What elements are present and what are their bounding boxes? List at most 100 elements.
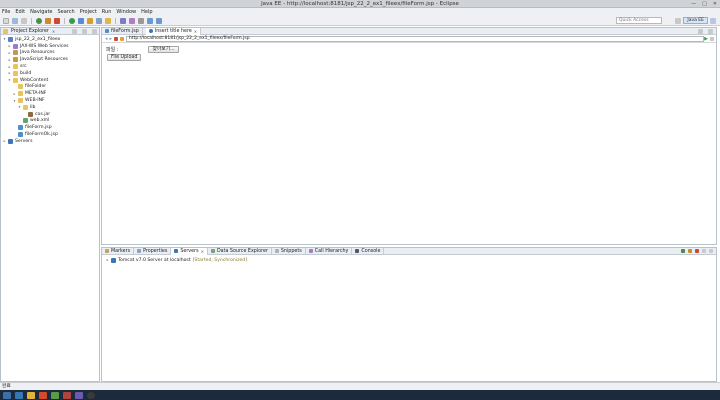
tab-markers[interactable]: Markers <box>102 247 135 255</box>
url-input[interactable]: http://localhost:8181/jsp_22_2_ex1_filee… <box>126 35 704 42</box>
project-explorer-tab[interactable]: Project Explorer <box>11 29 49 34</box>
menu-navigate[interactable]: Navigate <box>30 9 52 15</box>
refresh-icon[interactable] <box>120 36 125 41</box>
tab-console[interactable]: Console <box>352 247 385 255</box>
maximize-view-icon[interactable] <box>708 28 713 34</box>
close-window-button[interactable]: ✕ <box>713 1 717 7</box>
tree-item[interactable]: fileForm.jsp <box>3 124 99 131</box>
tab-snippets[interactable]: Snippets <box>272 247 306 255</box>
ie-icon[interactable] <box>15 391 23 399</box>
forward-icon[interactable] <box>156 17 162 24</box>
stop-icon[interactable] <box>54 17 60 24</box>
maximize-view-icon[interactable] <box>709 249 713 253</box>
go-icon[interactable]: ▶ <box>704 36 708 42</box>
tree-item[interactable]: ▸ JAX-WS Web Services <box>3 43 99 50</box>
tree-toggle[interactable]: ▸ <box>8 44 11 48</box>
open-type-icon[interactable] <box>120 17 126 24</box>
stop-loading-icon[interactable] <box>114 36 119 41</box>
tree-item[interactable]: ▾ WEB-INF <box>3 97 99 104</box>
tree-item[interactable]: ▸ JavaScript Resources <box>3 56 99 63</box>
tree-item[interactable]: fileFolder <box>3 84 99 91</box>
new-package-icon[interactable] <box>96 17 102 24</box>
tree-toggle[interactable]: ▾ <box>13 99 16 103</box>
tree-toggle[interactable]: ▸ <box>8 71 11 75</box>
tab-fileform-jsp[interactable]: fileForm.jsp <box>102 27 143 35</box>
media-icon[interactable] <box>39 391 47 399</box>
tree-toggle[interactable]: ▾ <box>3 37 6 41</box>
debug-server-icon[interactable] <box>688 249 692 253</box>
tree-toggle[interactable]: ▾ <box>18 105 21 109</box>
tree-item[interactable]: web.xml <box>3 118 99 125</box>
tree-toggle[interactable]: ▾ <box>8 78 11 82</box>
debug-run-icon[interactable] <box>78 17 84 24</box>
menu-window[interactable]: Window <box>116 9 136 15</box>
tree-item[interactable]: cos.jar <box>3 111 99 118</box>
app-icon[interactable] <box>51 391 59 399</box>
server-start-icon[interactable] <box>36 17 42 24</box>
maximize-button[interactable]: □ <box>702 1 707 7</box>
stop-server-icon[interactable] <box>695 249 699 253</box>
minimize-view-icon[interactable] <box>702 249 706 253</box>
print-icon[interactable] <box>21 17 27 24</box>
new-java-project-icon[interactable] <box>87 17 93 24</box>
menu-project[interactable]: Project <box>80 9 97 15</box>
tab-properties[interactable]: Properties <box>134 247 172 255</box>
start-icon[interactable] <box>3 391 11 399</box>
run-icon[interactable] <box>69 17 75 24</box>
recorder-icon[interactable] <box>87 391 95 399</box>
search-icon[interactable] <box>129 17 135 24</box>
tree-item[interactable]: ▸ META-INF <box>3 90 99 97</box>
collapse-all-icon[interactable] <box>72 28 77 34</box>
tab-insert-title-here[interactable]: Insert title here ✕ <box>145 27 202 35</box>
open-perspective-icon[interactable] <box>675 17 682 24</box>
tree-item[interactable]: ▸ Servers <box>3 138 99 145</box>
tree-item[interactable]: ▾ jsp_22_2_ex1_fileex <box>3 36 99 43</box>
tree-item[interactable]: ▾ lib <box>3 104 99 111</box>
minimize-view-icon[interactable] <box>698 28 703 34</box>
browser-menu-icon[interactable] <box>710 36 714 41</box>
new-icon[interactable] <box>3 17 9 24</box>
expand-toggle[interactable]: ▸ <box>106 258 109 262</box>
menu-search[interactable]: Search <box>58 9 75 15</box>
browse-button[interactable]: 찾아보기... <box>148 45 179 53</box>
perspective-java-icon[interactable] <box>710 17 716 24</box>
link-editor-icon[interactable] <box>82 28 87 34</box>
tree-item[interactable]: ▸ Java Resources <box>3 50 99 57</box>
tree-toggle[interactable]: ▸ <box>8 58 11 62</box>
file-upload-button[interactable]: File Upload <box>107 54 142 61</box>
back-arrow-icon[interactable]: ◂ <box>105 36 108 42</box>
tree-item[interactable]: ▸ src <box>3 63 99 70</box>
server-row[interactable]: ▸ Tomcat v7.0 Server at localhost [Start… <box>102 255 716 263</box>
tab-data-source-explorer[interactable]: Data Source Explorer <box>208 247 272 255</box>
tree-toggle[interactable]: ▸ <box>13 92 16 96</box>
debug-icon[interactable] <box>45 17 51 24</box>
new-class-icon[interactable] <box>105 17 111 24</box>
perspective-java-ee[interactable]: Java EE <box>683 17 708 24</box>
eclipse-icon[interactable] <box>75 391 83 399</box>
annotation-nav-icon[interactable] <box>138 17 144 24</box>
tree-toggle[interactable]: ▸ <box>3 139 6 143</box>
menu-file[interactable]: File <box>2 9 10 15</box>
close-tab-icon[interactable]: ✕ <box>194 29 197 34</box>
tree-item[interactable]: ▸ build <box>3 70 99 77</box>
menu-help[interactable]: Help <box>141 9 152 15</box>
tree-toggle[interactable]: ▸ <box>8 65 11 69</box>
quick-access-input[interactable]: Quick Access <box>616 17 662 24</box>
forward-arrow-icon[interactable]: ▸ <box>110 36 113 42</box>
back-icon[interactable] <box>147 17 153 24</box>
tree-toggle[interactable]: ▸ <box>8 51 11 55</box>
tab-call-hierarchy[interactable]: Call Hierarchy <box>306 247 353 255</box>
start-server-icon[interactable] <box>681 249 685 253</box>
tab-servers[interactable]: Servers ✕ <box>171 247 208 255</box>
tree-item[interactable]: ▾ WebContent <box>3 77 99 84</box>
close-icon[interactable]: ✕ <box>52 29 55 34</box>
tree-item[interactable]: fileFormOk.jsp <box>3 131 99 138</box>
menu-run[interactable]: Run <box>102 9 112 15</box>
save-icon[interactable] <box>12 17 18 24</box>
menu-edit[interactable]: Edit <box>15 9 25 15</box>
minimize-button[interactable]: — <box>691 1 696 7</box>
powerpoint-icon[interactable] <box>63 391 71 399</box>
close-tab-icon[interactable]: ✕ <box>201 249 204 254</box>
explorer-icon[interactable] <box>27 391 35 399</box>
view-menu-icon[interactable] <box>92 28 97 34</box>
